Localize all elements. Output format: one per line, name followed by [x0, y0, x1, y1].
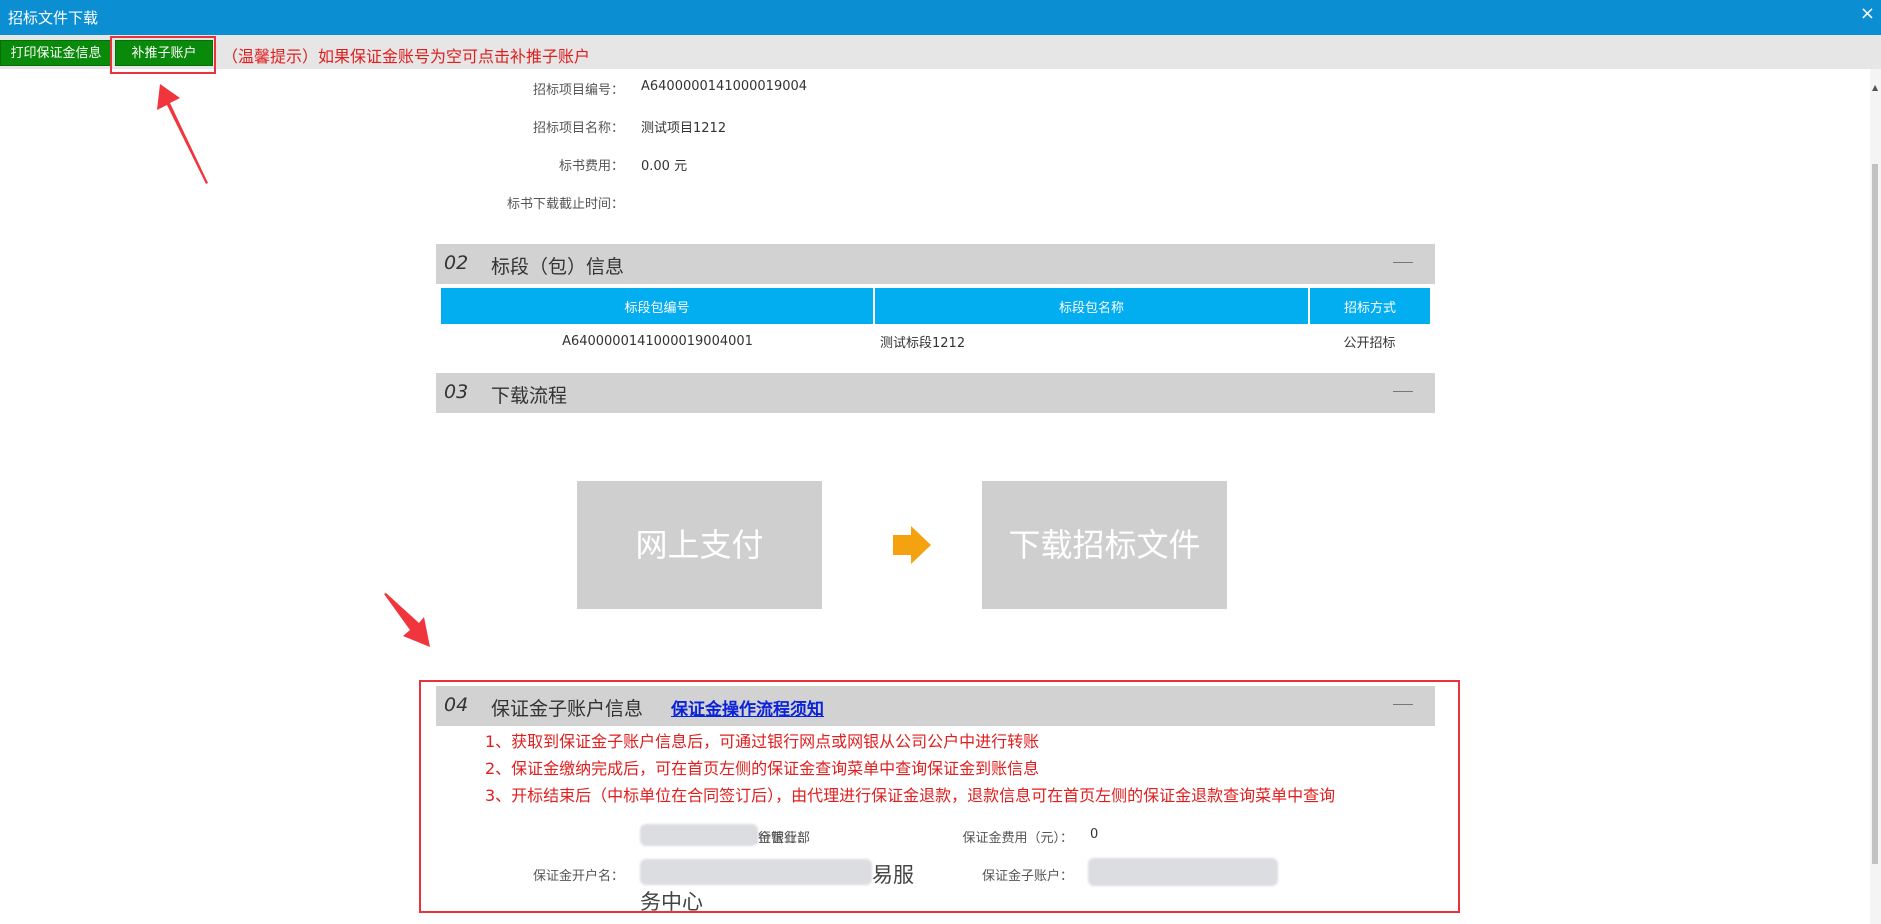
bid-fee-label: 标书费用：	[558, 159, 624, 174]
project-name-label: 招标项目名称：	[532, 121, 624, 136]
print-deposit-info-button[interactable]: 打印保证金信息	[0, 40, 112, 66]
section-number: 02	[444, 252, 469, 274]
project-number-value: A6400000141000019004	[641, 79, 808, 94]
scrollbar-thumb[interactable]	[1872, 164, 1878, 864]
section-number: 03	[444, 381, 469, 403]
project-name-value: 测试项目1212	[641, 121, 727, 136]
toolbar: 打印保证金信息 补推子账户 （温馨提示）如果保证金账号为空可点击补推子账户	[0, 35, 1881, 69]
cell-package-name: 测试标段1212	[880, 335, 966, 351]
project-number-label: 招标项目编号：	[532, 83, 624, 98]
bid-fee-value: 0.00 元	[641, 159, 688, 174]
table-header-row: 标段包编号 标段包名称 招标方式	[441, 288, 1430, 324]
section-download-flow-header: 03 下载流程	[436, 373, 1435, 413]
collapse-icon[interactable]	[1393, 262, 1413, 263]
collapse-icon[interactable]	[1393, 391, 1413, 392]
column-header-package-name: 标段包名称	[874, 288, 1310, 324]
table-row: A6400000141000019004001 测试标段1212 公开招标	[441, 324, 1430, 358]
warm-tip-text: （温馨提示）如果保证金账号为空可点击补推子账户	[222, 47, 591, 66]
close-icon[interactable]: ×	[1860, 5, 1875, 23]
section-title: 标段（包）信息	[491, 256, 625, 278]
annotation-box-section-04	[419, 680, 1460, 913]
download-deadline-label: 标书下载截止时间：	[506, 197, 624, 212]
window-title: 招标文件下载	[8, 9, 99, 27]
section-title: 下载流程	[491, 385, 568, 407]
column-header-package-number: 标段包编号	[441, 288, 875, 324]
cell-bid-method: 公开招标	[1343, 335, 1396, 351]
scroll-up-icon[interactable]: ▲	[1872, 83, 1878, 92]
flow-step-download-documents[interactable]: 下载招标文件	[982, 481, 1227, 609]
window-titlebar: 招标文件下载 ×	[0, 0, 1881, 35]
package-table: 标段包编号 标段包名称 招标方式 A6400000141000019004001…	[441, 288, 1430, 358]
flow-step-online-payment[interactable]: 网上支付	[577, 481, 822, 609]
scrollbar[interactable]: ▲	[1870, 69, 1881, 924]
arrow-right-icon	[893, 526, 931, 564]
column-header-bid-method: 招标方式	[1309, 288, 1430, 324]
section-package-info-header: 02 标段（包）信息	[436, 244, 1435, 284]
cell-package-number: A6400000141000019004001	[562, 333, 753, 349]
